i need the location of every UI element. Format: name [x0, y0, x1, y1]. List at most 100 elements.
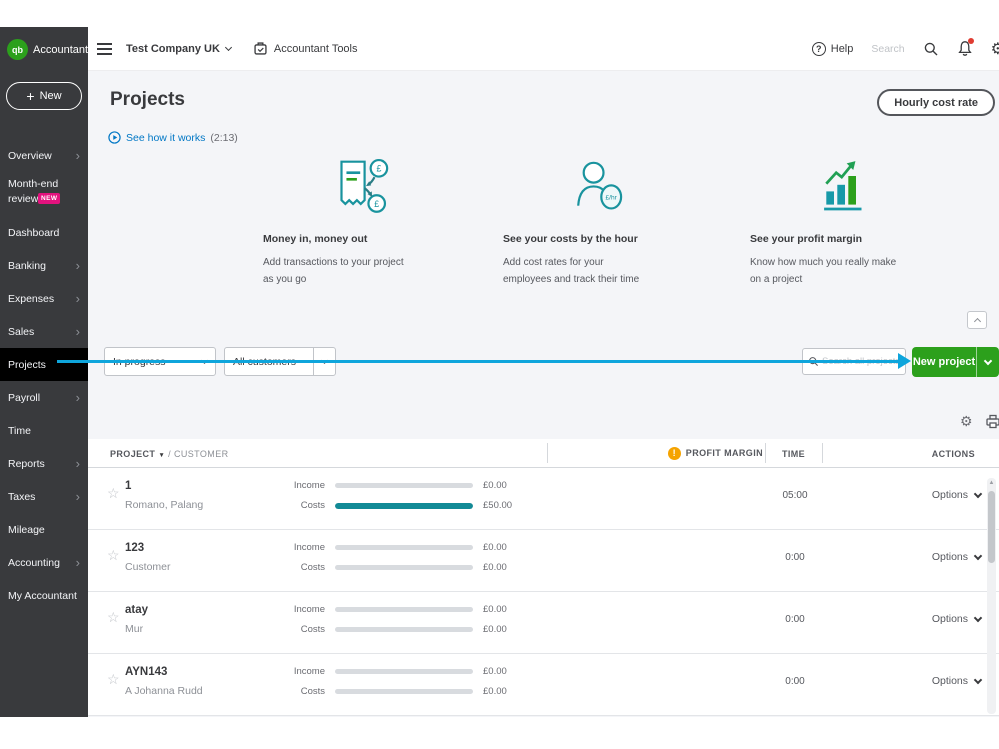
sidebar-item-label: Projects	[8, 359, 46, 371]
notifications-bell-icon[interactable]	[957, 40, 973, 57]
sidebar-item-label: Reports	[8, 458, 45, 470]
chevron-right-icon	[76, 148, 80, 163]
options-button[interactable]: Options	[932, 613, 981, 625]
print-icon[interactable]	[985, 414, 999, 429]
income-label: Income	[283, 604, 325, 615]
costs-line: Costs £0.00	[283, 624, 507, 635]
sidebar-item-mileage[interactable]: Mileage	[0, 513, 88, 546]
sidebar-nav: Overview Month-end review NEW Dashboard …	[0, 139, 88, 612]
new-button[interactable]: New	[6, 82, 82, 110]
costs-bar	[335, 503, 473, 509]
notification-dot	[968, 38, 974, 44]
scroll-up-icon[interactable]: ▲	[987, 480, 996, 486]
new-project-label[interactable]: New project	[912, 347, 976, 377]
sidebar-item-label: Accounting	[8, 557, 60, 569]
table-row: 123 Customer Income £0.00 Costs £0.00 0:…	[88, 530, 999, 592]
column-header-project-customer[interactable]: PROJECT/ CUSTOMER	[110, 449, 229, 459]
chevron-down-icon	[225, 43, 232, 50]
costs-line: Costs £0.00	[283, 686, 507, 697]
sidebar-item-taxes[interactable]: Taxes	[0, 480, 88, 513]
sidebar-item-projects[interactable]: Projects	[0, 348, 88, 381]
income-bar	[335, 545, 473, 550]
collapse-panel-button[interactable]	[967, 311, 987, 329]
hourly-cost-rate-button[interactable]: Hourly cost rate	[877, 89, 995, 116]
sidebar-item-label: Overview	[8, 150, 52, 162]
favorite-star-icon[interactable]	[107, 609, 120, 627]
sidebar-item-month-end-review[interactable]: Month-end review NEW	[0, 172, 88, 216]
options-button[interactable]: Options	[932, 489, 981, 501]
sidebar-item-expenses[interactable]: Expenses	[0, 282, 88, 315]
project-name[interactable]: 1	[125, 480, 131, 492]
sort-desc-icon	[155, 449, 168, 459]
see-how-label: See how it works	[126, 132, 205, 144]
project-name[interactable]: atay	[125, 604, 148, 616]
sidebar-item-dashboard[interactable]: Dashboard	[0, 216, 88, 249]
favorite-star-icon[interactable]	[107, 485, 120, 503]
favorite-star-icon[interactable]	[107, 547, 120, 565]
annotation-arrow-head	[898, 353, 911, 369]
company-switcher[interactable]: Test Company UK	[126, 43, 231, 55]
sidebar-item-label: Taxes	[8, 491, 35, 503]
sidebar-item-label: Payroll	[8, 392, 40, 404]
favorite-star-icon[interactable]	[107, 671, 120, 689]
accountant-tools-label: Accountant Tools	[274, 43, 358, 55]
new-project-dropdown[interactable]	[976, 347, 999, 377]
sidebar-item-label: Sales	[8, 326, 34, 338]
customer-name: Mur	[125, 623, 143, 635]
column-header-profit-margin[interactable]: PROFIT MARGIN	[663, 439, 763, 467]
hamburger-menu-icon[interactable]	[97, 43, 112, 55]
sidebar-item-label: Mileage	[8, 524, 45, 536]
search-icon[interactable]	[923, 41, 939, 57]
table-row: 1 Romano, Palang Income £0.00 Costs £50.…	[88, 468, 999, 530]
search-hint-text: Search	[871, 43, 904, 55]
chevron-down-icon	[984, 357, 992, 365]
options-button[interactable]: Options	[932, 675, 981, 687]
options-button[interactable]: Options	[932, 551, 981, 563]
column-header-actions: ACTIONS	[932, 449, 975, 459]
chevron-right-icon	[76, 555, 80, 570]
column-header-time[interactable]: TIME	[765, 449, 822, 459]
help-label: Help	[831, 43, 854, 55]
scrollbar-thumb[interactable]	[988, 491, 995, 563]
chevron-down-icon	[974, 675, 982, 683]
svg-text:£: £	[376, 164, 381, 174]
sidebar-item-label: Banking	[8, 260, 46, 272]
income-line: Income £0.00	[283, 666, 507, 677]
sidebar-item-time[interactable]: Time	[0, 414, 88, 447]
top-bar: Test Company UK Accountant Tools Help Se…	[88, 27, 999, 71]
costs-value: £0.00	[483, 562, 507, 573]
app-logo: qb Accountant	[0, 27, 88, 66]
costs-value: £0.00	[483, 686, 507, 697]
settings-gear-icon[interactable]: ⚙	[991, 39, 999, 59]
project-name[interactable]: AYN143	[125, 666, 167, 678]
sidebar-item-reports[interactable]: Reports	[0, 447, 88, 480]
sidebar-item-accounting[interactable]: Accounting	[0, 546, 88, 579]
vertical-scrollbar[interactable]: ▲	[987, 478, 996, 714]
costs-label: Costs	[283, 500, 325, 511]
plus-icon	[26, 89, 34, 104]
hero-card-desc: Add transactions to your project as you …	[263, 254, 413, 288]
sidebar-item-payroll[interactable]: Payroll	[0, 381, 88, 414]
options-label: Options	[932, 675, 968, 687]
customer-name: Romano, Palang	[125, 499, 203, 511]
help-button[interactable]: Help	[812, 42, 854, 56]
see-how-it-works-link[interactable]: See how it works (2:13)	[108, 131, 238, 144]
chevron-down-icon	[974, 613, 982, 621]
costs-by-hour-icon: £/hr	[503, 151, 693, 223]
sidebar-item-my-accountant[interactable]: My Accountant	[0, 579, 88, 612]
time-value: 0:00	[774, 614, 816, 625]
options-label: Options	[932, 551, 968, 563]
app-window: qb Accountant New Overview Month-end rev…	[0, 27, 999, 717]
income-bar	[335, 669, 473, 674]
accountant-tools-button[interactable]: Accountant Tools	[253, 41, 358, 56]
income-value: £0.00	[483, 604, 507, 615]
sidebar-item-sales[interactable]: Sales	[0, 315, 88, 348]
sidebar-item-overview[interactable]: Overview	[0, 139, 88, 172]
new-project-split-button[interactable]: New project	[912, 347, 999, 377]
hero-card-profit: See your profit margin Know how much you…	[750, 151, 940, 288]
costs-value: £50.00	[483, 500, 512, 511]
table-settings-gear-icon[interactable]: ⚙	[960, 413, 973, 430]
customer-name: Customer	[125, 561, 171, 573]
project-name[interactable]: 123	[125, 542, 144, 554]
sidebar-item-banking[interactable]: Banking	[0, 249, 88, 282]
